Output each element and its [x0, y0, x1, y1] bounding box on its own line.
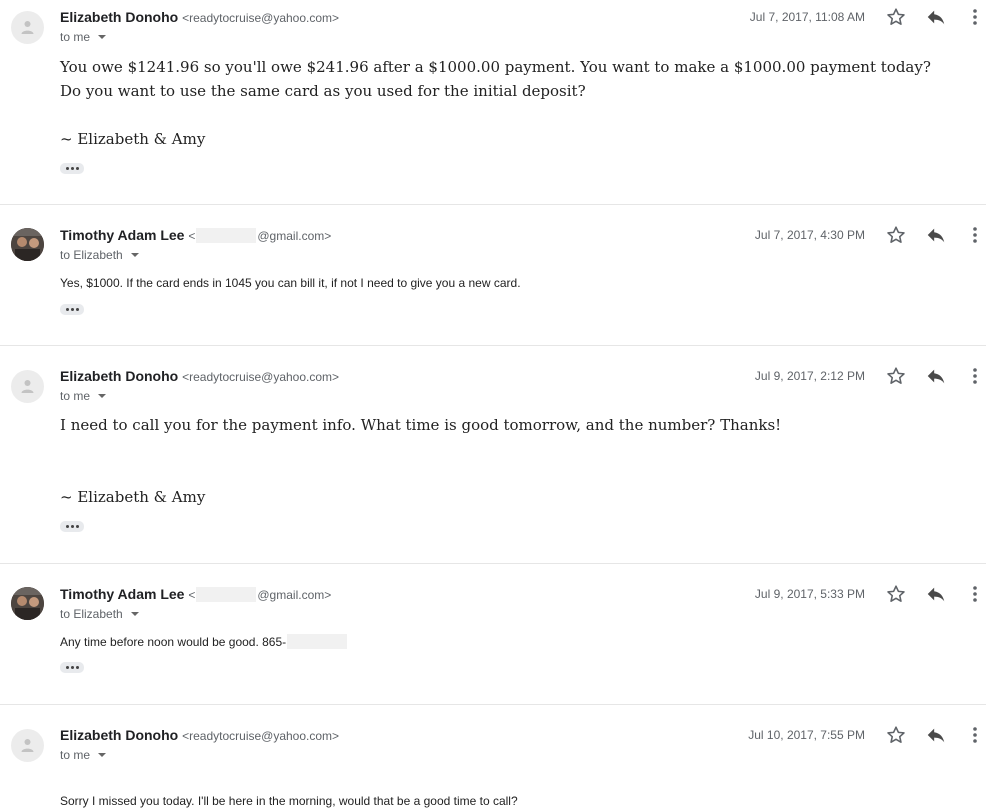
sender-avatar[interactable]: [11, 11, 44, 44]
sender: Timothy Adam Lee < @gmail.com>: [60, 226, 331, 245]
reply-icon: [927, 228, 945, 243]
more-vert-icon: [973, 9, 977, 25]
more-vert-icon: [973, 368, 977, 384]
sender-name[interactable]: Elizabeth Donoho: [60, 727, 178, 743]
reply-button[interactable]: [925, 224, 947, 246]
more-options-button[interactable]: [969, 724, 981, 746]
star-button[interactable]: [885, 724, 907, 746]
more-options-button[interactable]: [969, 583, 981, 605]
chevron-down-icon: [98, 394, 107, 398]
message-signature: ~ Elizabeth & Amy: [60, 488, 206, 506]
reply-icon: [927, 369, 945, 384]
chevron-down-icon: [98, 753, 107, 757]
sender-email: < @gmail.com>: [188, 587, 332, 602]
recipient-label: to Elizabeth: [60, 607, 123, 621]
more-vert-icon: [973, 227, 977, 243]
person-icon: [21, 21, 34, 34]
star-button[interactable]: [885, 365, 907, 387]
reply-button[interactable]: [925, 583, 947, 605]
recipient-label: to Elizabeth: [60, 248, 123, 262]
recipient-details-toggle[interactable]: to me: [60, 747, 107, 763]
show-trimmed-content-button[interactable]: [60, 521, 84, 532]
message-body-line: Any time before noon would be good. 865-: [60, 634, 348, 650]
sender-avatar[interactable]: [11, 370, 44, 403]
recipient-details-toggle[interactable]: to Elizabeth: [60, 606, 139, 622]
avatar-photo: [11, 587, 44, 620]
person-icon: [21, 739, 34, 752]
email-message: Elizabeth Donoho <readytocruise@yahoo.co…: [0, 705, 986, 812]
email-message: Timothy Adam Lee < @gmail.com> to Elizabe…: [0, 564, 986, 705]
redacted-block: [196, 228, 257, 243]
recipient-details-toggle[interactable]: to Elizabeth: [60, 247, 139, 263]
more-vert-icon: [973, 727, 977, 743]
reply-icon: [927, 587, 945, 602]
recipient-label: to me: [60, 389, 91, 403]
sender-email: <readytocruise@yahoo.com>: [182, 370, 340, 384]
sender-name[interactable]: Elizabeth Donoho: [60, 368, 178, 384]
message-date: Jul 9, 2017, 2:12 PM: [754, 369, 865, 383]
redacted-block: [196, 587, 257, 602]
ellipsis-icon: [65, 167, 69, 170]
sender-avatar[interactable]: [11, 587, 44, 620]
reply-icon: [927, 728, 945, 743]
reply-icon: [927, 10, 945, 25]
ellipsis-icon: [65, 666, 69, 669]
recipient-details-toggle[interactable]: to me: [60, 29, 107, 45]
reply-button[interactable]: [925, 365, 947, 387]
show-trimmed-content-button[interactable]: [60, 163, 84, 174]
redacted-phone: [287, 634, 348, 649]
reply-button[interactable]: [925, 724, 947, 746]
message-date: Jul 10, 2017, 7:55 PM: [748, 728, 865, 742]
chevron-down-icon: [130, 253, 139, 257]
email-message: Elizabeth Donoho <readytocruise@yahoo.co…: [0, 346, 986, 564]
sender-email: < @gmail.com>: [188, 228, 332, 243]
message-body-line: Yes, $1000. If the card ends in 1045 you…: [60, 276, 521, 290]
star-icon: [887, 367, 905, 384]
message-signature: ~ Elizabeth & Amy: [60, 130, 206, 148]
person-icon: [21, 380, 34, 393]
ellipsis-icon: [65, 525, 69, 528]
more-options-button[interactable]: [969, 6, 981, 28]
recipient-label: to me: [60, 748, 91, 762]
sender: Elizabeth Donoho <readytocruise@yahoo.co…: [60, 367, 339, 386]
sender-avatar[interactable]: [11, 228, 44, 261]
message-body-line: I need to call you for the payment info.…: [60, 416, 782, 434]
ellipsis-icon: [65, 308, 69, 311]
message-body-line: You owe $1241.96 so you'll owe $241.96 a…: [60, 58, 931, 76]
show-trimmed-content-button[interactable]: [60, 304, 84, 315]
more-options-button[interactable]: [969, 224, 981, 246]
sender: Elizabeth Donoho <readytocruise@yahoo.co…: [60, 8, 339, 27]
message-date: Jul 7, 2017, 4:30 PM: [754, 228, 865, 242]
show-trimmed-content-button[interactable]: [60, 662, 84, 673]
star-button[interactable]: [885, 224, 907, 246]
sender-avatar[interactable]: [11, 729, 44, 762]
avatar-photo: [11, 228, 44, 261]
chevron-down-icon: [98, 35, 107, 39]
more-vert-icon: [973, 586, 977, 602]
sender-email: <readytocruise@yahoo.com>: [182, 729, 340, 743]
star-icon: [887, 8, 905, 25]
sender-name[interactable]: Timothy Adam Lee: [60, 586, 184, 602]
more-options-button[interactable]: [969, 365, 981, 387]
recipient-label: to me: [60, 30, 91, 44]
sender: Timothy Adam Lee < @gmail.com>: [60, 585, 331, 604]
sender-name[interactable]: Timothy Adam Lee: [60, 227, 184, 243]
star-button[interactable]: [885, 6, 907, 28]
star-icon: [887, 585, 905, 602]
sender: Elizabeth Donoho <readytocruise@yahoo.co…: [60, 726, 339, 745]
sender-email: <readytocruise@yahoo.com>: [182, 11, 340, 25]
email-message: Elizabeth Donoho <readytocruise@yahoo.co…: [0, 0, 986, 205]
message-date: Jul 9, 2017, 5:33 PM: [754, 587, 865, 601]
message-body-line: Do you want to use the same card as you …: [60, 82, 586, 100]
star-icon: [887, 726, 905, 743]
email-message: Timothy Adam Lee < @gmail.com> to Elizabe…: [0, 205, 986, 346]
reply-button[interactable]: [925, 6, 947, 28]
message-date: Jul 7, 2017, 11:08 AM: [749, 10, 865, 24]
sender-name[interactable]: Elizabeth Donoho: [60, 9, 178, 25]
chevron-down-icon: [130, 612, 139, 616]
recipient-details-toggle[interactable]: to me: [60, 388, 107, 404]
star-button[interactable]: [885, 583, 907, 605]
star-icon: [887, 226, 905, 243]
message-body-line: Sorry I missed you today. I'll be here i…: [60, 794, 518, 808]
